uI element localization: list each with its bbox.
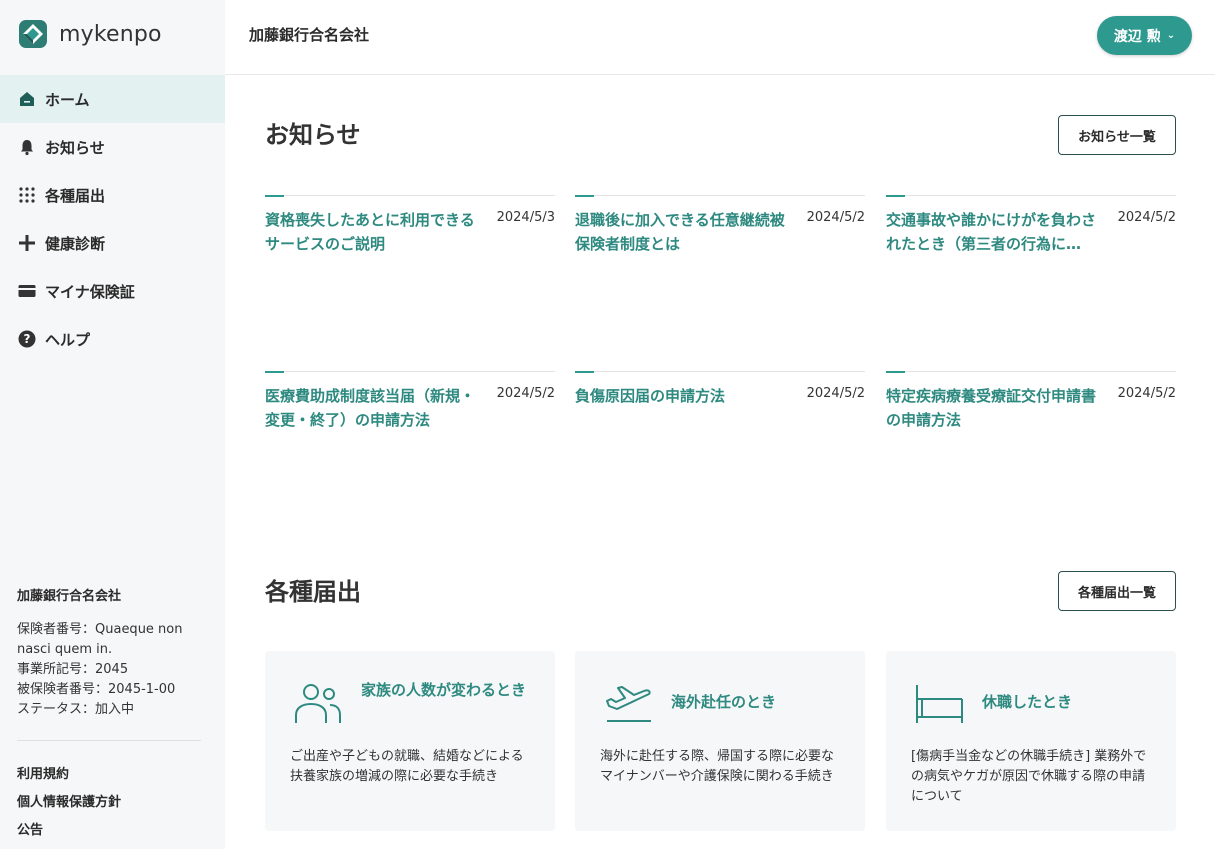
- user-name: 渡辺 勲: [1113, 28, 1161, 45]
- sidebar-item-label: ヘルプ: [45, 330, 91, 349]
- public-notice-link[interactable]: 公告: [17, 820, 121, 848]
- forms-section-title: 各種届出: [265, 578, 361, 606]
- sidebar: mykenpo ホーム お知らせ 各種届出 健康診断 マイナ保険証 ? ヘルプ …: [0, 0, 225, 849]
- home-icon: [17, 89, 37, 109]
- sidebar-item-label: マイナ保険証: [45, 282, 135, 301]
- card-title: 休職したとき: [982, 693, 1073, 711]
- airplane-icon: [606, 686, 651, 722]
- news-date: 2024/5/2: [496, 386, 555, 401]
- news-date: 2024/5/2: [806, 386, 865, 401]
- insured-number: 被保険者番号：2045-1-00: [17, 682, 176, 697]
- logo-text: mykenpo: [59, 21, 162, 47]
- help-icon: ?: [17, 329, 37, 349]
- card-title: 家族の人数が変わるとき: [361, 681, 527, 699]
- card-icon: [17, 281, 37, 301]
- logo[interactable]: mykenpo: [17, 18, 162, 50]
- forms-list-button[interactable]: 各種届出一覧: [1058, 571, 1176, 611]
- insurance-company: 加藤銀行合名会社: [17, 589, 122, 604]
- sidebar-divider: [17, 740, 201, 741]
- news-title: 交通事故や誰かにけがを負わされたとき（第三者の行為に…: [886, 211, 1097, 253]
- insurer-number: 保険者番号：Quaeque non nasci quem in.: [17, 622, 183, 657]
- form-card-leave-of-absence[interactable]: 休職したとき [傷病手当金などの休職手続き] 業務外での病気やケガが原因で休職す…: [886, 651, 1176, 831]
- family-icon: [295, 684, 341, 723]
- sidebar-item-health-check[interactable]: 健康診断: [0, 219, 225, 267]
- news-title: 負傷原因届の申請方法: [575, 387, 726, 405]
- news-item[interactable]: 資格喪失したあとに利用できるサービスのご説明 2024/5/3: [265, 195, 555, 345]
- company-name: 加藤銀行合名会社: [249, 26, 370, 44]
- card-description: [傷病手当金などの休職手続き] 業務外での病気やケガが原因で休職する際の申請につ…: [911, 749, 1147, 804]
- sidebar-nav: ホーム お知らせ 各種届出 健康診断 マイナ保険証 ? ヘルプ: [0, 75, 225, 363]
- sidebar-item-my-number-card[interactable]: マイナ保険証: [0, 267, 225, 315]
- form-card-family-change[interactable]: 家族の人数が変わるとき ご出産や子どもの就職、結婚などによる扶養家族の増減の際に…: [265, 651, 555, 831]
- news-date: 2024/5/2: [1117, 386, 1176, 401]
- top-header: 加藤銀行合名会社 渡辺 勲 ⌄: [225, 0, 1215, 75]
- news-title: 資格喪失したあとに利用できるサービスのご説明: [265, 211, 475, 253]
- news-item[interactable]: 退職後に加入できる任意継続被保険者制度とは 2024/5/2: [575, 195, 865, 345]
- grid-icon: [17, 185, 37, 205]
- footer-links: 利用規約 個人情報保護方針 公告: [17, 764, 121, 848]
- membership-status: ステータス：加入中: [17, 702, 135, 717]
- news-item[interactable]: 医療費助成制度該当届（新規・変更・終了）の申請方法 2024/5/2: [265, 371, 555, 521]
- terms-link[interactable]: 利用規約: [17, 764, 121, 792]
- chevron-down-icon: ⌄: [1166, 30, 1176, 41]
- news-title: 特定疾病療養受療証交付申請書の申請方法: [886, 387, 1097, 429]
- sidebar-item-label: 各種届出: [45, 186, 106, 205]
- news-item[interactable]: 負傷原因届の申請方法 2024/5/2: [575, 371, 865, 521]
- news-title: 医療費助成制度該当届（新規・変更・終了）の申請方法: [265, 387, 476, 429]
- news-section-title: お知らせ: [265, 121, 361, 149]
- sidebar-item-notices[interactable]: お知らせ: [0, 123, 225, 171]
- news-item[interactable]: 交通事故や誰かにけがを負わされたとき（第三者の行為に… 2024/5/2: [886, 195, 1176, 345]
- bell-icon: [17, 137, 37, 157]
- svg-text:?: ?: [24, 332, 31, 346]
- sidebar-item-label: 健康診断: [45, 234, 106, 253]
- card-title: 海外赴任のとき: [671, 693, 777, 711]
- news-title: 退職後に加入できる任意継続被保険者制度とは: [575, 211, 785, 253]
- privacy-policy-link[interactable]: 個人情報保護方針: [17, 792, 121, 820]
- logo-icon: [19, 20, 47, 48]
- card-description: 海外に赴任する際、帰国する際に必要なマイナンバーや介護保険に関わる手続き: [600, 749, 835, 784]
- news-list-button[interactable]: お知らせ一覧: [1058, 115, 1176, 155]
- sidebar-item-help[interactable]: ? ヘルプ: [0, 315, 225, 363]
- sidebar-item-home[interactable]: ホーム: [0, 75, 225, 123]
- bed-icon: [916, 685, 963, 723]
- user-menu-button[interactable]: 渡辺 勲 ⌄: [1097, 16, 1192, 55]
- plus-icon: [17, 233, 37, 253]
- form-card-overseas-assignment[interactable]: 海外赴任のとき 海外に赴任する際、帰国する際に必要なマイナンバーや介護保険に関わ…: [575, 651, 865, 831]
- sidebar-item-forms[interactable]: 各種届出: [0, 171, 225, 219]
- sidebar-item-label: ホーム: [45, 90, 90, 109]
- insurance-info: 加藤銀行合名会社 保険者番号：Quaeque non nasci quem in…: [17, 585, 207, 720]
- news-item[interactable]: 特定疾病療養受療証交付申請書の申請方法 2024/5/2: [886, 371, 1176, 521]
- news-date: 2024/5/2: [1117, 210, 1176, 225]
- news-date: 2024/5/3: [496, 210, 555, 225]
- news-date: 2024/5/2: [806, 210, 865, 225]
- office-code: 事業所記号：2045: [17, 662, 129, 677]
- card-description: ご出産や子どもの就職、結婚などによる扶養家族の増減の際に必要な手続き: [290, 749, 524, 784]
- sidebar-item-label: お知らせ: [45, 138, 105, 157]
